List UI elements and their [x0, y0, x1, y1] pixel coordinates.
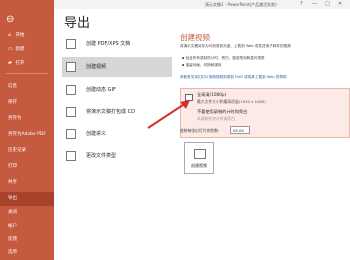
handout-icon	[66, 129, 76, 139]
create-video-button[interactable]: 创建视频	[184, 142, 214, 174]
sidebar-item-label: 导出	[8, 196, 17, 201]
folder-icon: ▰	[8, 60, 12, 66]
sidebar-item-new[interactable]: ▭ 新建	[0, 42, 54, 56]
home-icon: ⌂	[8, 32, 12, 38]
minimize-button[interactable]: —	[312, 1, 317, 7]
sidebar-item-label: 另存为	[8, 116, 22, 121]
sidebar-item-save-as-pdf[interactable]: 另存为Adobe PDF	[0, 128, 54, 142]
sidebar-item-print[interactable]: 打印	[0, 160, 54, 174]
sidebar-item-label: 打开	[15, 61, 25, 66]
help-button[interactable]: ?	[300, 1, 303, 7]
sidebar-item-options[interactable]: 选项	[0, 246, 54, 260]
bullet-item: ▪ 包含所有录制的计时、旁白、墨迹笔划和激光笔势	[182, 56, 265, 60]
quality-subtitle: 最大文件大小和最高质量(1920 x 1080)	[197, 99, 266, 104]
sidebar-item-save-as[interactable]: 另存为	[0, 112, 54, 126]
sidebar-item-info[interactable]: 信息	[0, 80, 54, 94]
timing-option-subtitle: 未录制任何计时或旁白	[197, 116, 235, 121]
seconds-label: 放映每张幻灯片的秒数:	[180, 128, 220, 133]
timing-option-title[interactable]: 不要使用录制的计时和旁白	[197, 109, 247, 115]
sidebar-item-label: 帐户	[8, 224, 17, 229]
close-button[interactable]: ✕	[338, 1, 342, 7]
gif-icon	[66, 85, 76, 95]
sidebar-item-save[interactable]: 保存	[0, 96, 54, 110]
sidebar-item-feedback[interactable]: 反馈	[0, 233, 54, 247]
sidebar-item-label: 历史记录	[8, 148, 26, 153]
export-option-label: 创建动态 GIF	[86, 87, 116, 93]
export-option-label: 创建视频	[86, 64, 107, 70]
back-arrow-icon[interactable]: ⊖	[6, 14, 14, 25]
sidebar-item-label: 反馈	[8, 237, 17, 242]
sidebar-item-label: 信息	[8, 84, 17, 89]
sidebar-item-label: 选项	[8, 250, 17, 255]
cd-icon	[66, 107, 76, 117]
video-icon	[66, 62, 76, 72]
maximize-button[interactable]: □	[325, 1, 330, 7]
sidebar-item-history[interactable]: 历史记录	[0, 144, 54, 158]
section-description: 将演示文稿另存为可刻录到光盘、上载到 Web 或发送电子邮件的视频	[180, 44, 291, 48]
sidebar-item-share[interactable]: 共享	[0, 176, 54, 190]
sidebar-item-account[interactable]: 帐户	[0, 220, 54, 234]
sidebar-item-label: 共享	[8, 180, 17, 185]
sidebar-item-label: 新建	[15, 47, 25, 52]
video-icon	[194, 149, 206, 159]
page-title: 导出	[64, 16, 91, 31]
sidebar-item-label: 打印	[8, 164, 17, 169]
sidebar-item-home[interactable]: ⌂ 开始	[0, 28, 54, 42]
export-option-cd[interactable]: 将演示文稿打包成 CD	[62, 102, 172, 122]
export-option-pdf[interactable]: 创建 PDF/XPS 文档	[62, 34, 172, 54]
quality-title: 全高清(1080p)	[197, 92, 227, 97]
sidebar-item-label: 保存	[8, 100, 17, 105]
backstage-sidebar: ⊖ ⌂ 开始 ▭ 新建 ▰ 打开 信息 保存 另存为 另存为Adobe PDF …	[0, 0, 54, 260]
sidebar-item-label: 另存为Adobe PDF	[8, 132, 46, 137]
window-title: 演示文稿1 - PowerPoint(产品激活失败)	[205, 2, 277, 7]
bullet-text: 保留动画、切换和媒体	[185, 63, 222, 67]
export-option-file-type[interactable]: 更改文件类型	[62, 146, 172, 166]
file-type-icon	[66, 151, 76, 161]
create-video-label: 创建视频	[191, 163, 207, 168]
sidebar-divider	[6, 73, 48, 74]
sidebar-item-open[interactable]: ▰ 打开	[0, 56, 54, 70]
bullet-text: 包含所有录制的计时、旁白、墨迹笔划和激光笔势	[185, 56, 265, 60]
monitor-icon	[185, 94, 193, 101]
seconds-stepper[interactable]: 05.00	[230, 126, 250, 134]
pdf-icon	[66, 39, 76, 49]
export-option-video[interactable]: 创建视频	[62, 57, 172, 77]
bullet-item: ▪ 保留动画、切换和媒体	[182, 63, 222, 67]
sidebar-item-export[interactable]: 导出	[0, 192, 54, 206]
export-option-label: 创建 PDF/XPS 文档	[86, 41, 131, 47]
help-link[interactable]: 获取有关将幻灯片放映视频刻录到 DVD 或将其上载到 Web 的帮助	[180, 75, 287, 80]
export-option-gif[interactable]: 创建动态 GIF	[62, 80, 172, 100]
export-option-label: 创建讲义	[86, 131, 107, 137]
sidebar-item-label: 关闭	[8, 210, 17, 215]
sidebar-item-close[interactable]: 关闭	[0, 206, 54, 220]
export-option-label: 更改文件类型	[86, 153, 117, 159]
export-option-handout[interactable]: 创建讲义	[62, 124, 172, 144]
export-option-label: 将演示文稿打包成 CD	[86, 109, 135, 115]
section-title: 创建视频	[180, 33, 210, 42]
new-file-icon: ▭	[8, 46, 13, 52]
sidebar-item-label: 开始	[15, 33, 25, 38]
